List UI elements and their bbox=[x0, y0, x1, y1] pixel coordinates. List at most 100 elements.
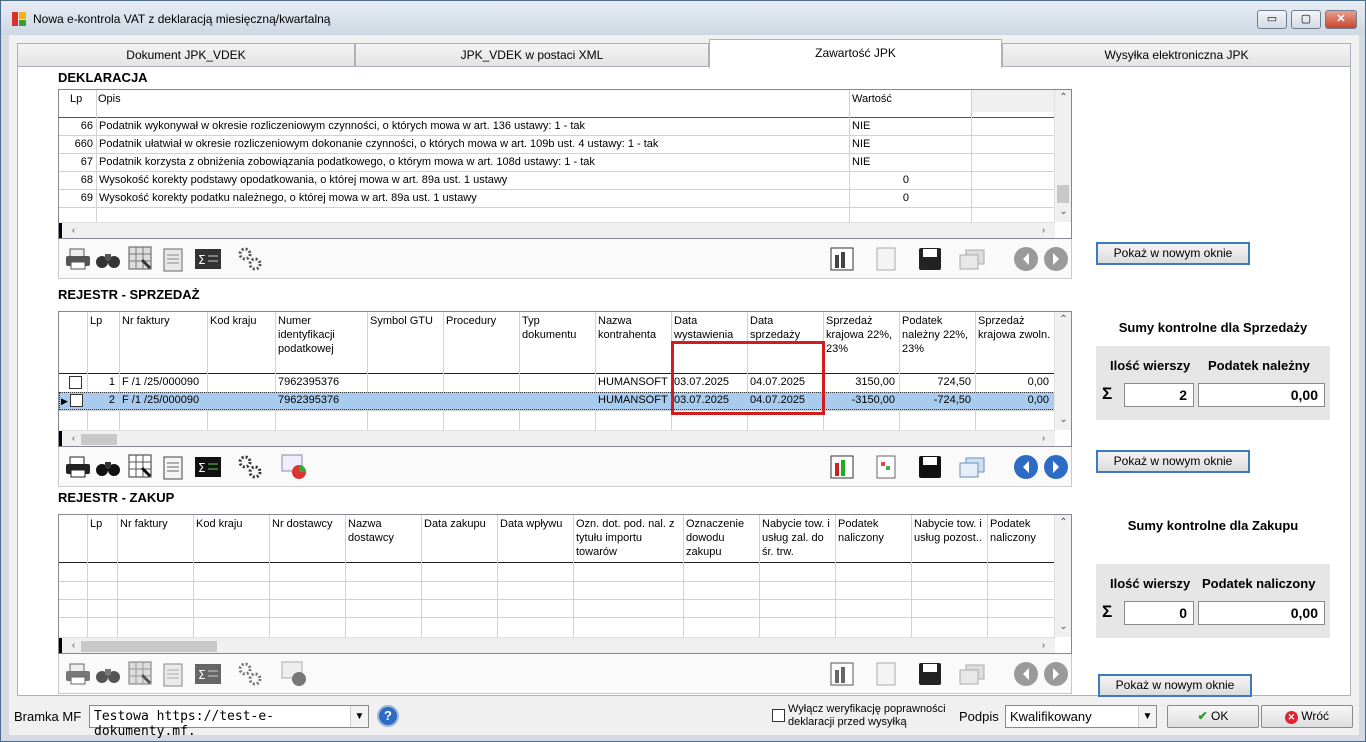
check-icon: ✔ bbox=[1197, 709, 1208, 723]
deklaracja-grid[interactable]: Lp Opis Wartość 66 Podatnik wykonywał w … bbox=[58, 89, 1072, 239]
chart-icon[interactable] bbox=[827, 659, 857, 689]
settings-icon[interactable] bbox=[235, 244, 265, 274]
sum-icon[interactable]: Σ bbox=[193, 452, 223, 482]
sprzedaz-grid[interactable]: Lp Nr faktury Kod kraju Numer identyfika… bbox=[58, 311, 1072, 447]
vertical-scrollbar[interactable]: ⌃ ⌄ bbox=[1054, 90, 1071, 222]
horizontal-scrollbar[interactable]: ‹ › bbox=[59, 637, 1055, 653]
scroll-up-icon[interactable]: ⌃ bbox=[1055, 314, 1071, 325]
tab-page-zawartosc: DEKLARACJA Lp Opis Wartość 66 Podatnik w… bbox=[17, 66, 1351, 697]
horizontal-scrollbar[interactable]: ‹ › bbox=[59, 222, 1055, 238]
settings-icon[interactable] bbox=[235, 659, 265, 689]
close-icon: ✕ bbox=[1336, 13, 1346, 25]
tab-wysylka[interactable]: Wysyłka elektroniczna JPK bbox=[1002, 43, 1351, 67]
chevron-down-icon[interactable]: ▼ bbox=[350, 706, 368, 727]
zakup-count-field: 0 bbox=[1124, 601, 1194, 625]
save-icon[interactable] bbox=[915, 244, 945, 274]
minimize-button[interactable]: ▭ bbox=[1257, 10, 1287, 29]
print-icon[interactable] bbox=[63, 452, 93, 482]
sprzedaz-show-window-button[interactable]: Pokaż w nowym oknie bbox=[1096, 450, 1250, 473]
zakup-grid[interactable]: Lp Nr faktury Kod kraju Nr dostawcy Nazw… bbox=[58, 514, 1072, 654]
windows-icon[interactable] bbox=[957, 452, 987, 482]
report-icon[interactable] bbox=[159, 244, 189, 274]
close-button[interactable]: ✕ bbox=[1325, 10, 1357, 29]
verify-label: Wyłącz weryfikację poprawności deklaracj… bbox=[788, 703, 946, 728]
col-opis: Opis bbox=[98, 93, 121, 105]
scroll-down-icon[interactable]: ⌄ bbox=[1055, 206, 1071, 217]
tab-strip: Dokument JPK_VDEK JPK_VDEK w postaci XML… bbox=[17, 39, 1351, 68]
highlight-box bbox=[671, 341, 825, 415]
table-row[interactable]: 1 F /1 /25/000090 7962395376 HUMANSOFT S… bbox=[59, 374, 1055, 392]
scroll-thumb[interactable] bbox=[81, 641, 217, 652]
window-title: Nowa e-kontrola VAT z deklaracją miesięc… bbox=[33, 12, 331, 26]
horizontal-scrollbar[interactable]: ‹ › bbox=[59, 430, 1055, 446]
print-icon[interactable] bbox=[63, 244, 93, 274]
first-icon[interactable] bbox=[1011, 452, 1041, 482]
sprzedaz-count-field: 2 bbox=[1124, 383, 1194, 407]
row-checkbox[interactable] bbox=[69, 376, 82, 389]
save-icon[interactable] bbox=[915, 659, 945, 689]
sum-icon[interactable]: Σ bbox=[193, 659, 223, 689]
vertical-scrollbar[interactable]: ⌃ ⌄ bbox=[1054, 312, 1071, 430]
verify-checkbox[interactable] bbox=[772, 709, 785, 722]
binoculars-icon[interactable] bbox=[93, 244, 123, 274]
last-icon[interactable] bbox=[1041, 452, 1071, 482]
chart-icon[interactable] bbox=[827, 244, 857, 274]
tab-dokument[interactable]: Dokument JPK_VDEK bbox=[17, 43, 355, 67]
scroll-right-icon[interactable]: › bbox=[1035, 225, 1052, 236]
document-icon[interactable] bbox=[871, 244, 901, 274]
last-icon[interactable] bbox=[1041, 244, 1071, 274]
sigma-icon: Σ bbox=[1102, 384, 1113, 403]
pie-chart-icon[interactable] bbox=[279, 452, 309, 482]
scroll-left-icon[interactable]: ‹ bbox=[65, 225, 82, 236]
minimize-icon: ▭ bbox=[1266, 13, 1278, 25]
windows-icon[interactable] bbox=[957, 659, 987, 689]
scroll-down-icon[interactable]: ⌄ bbox=[1055, 414, 1071, 425]
zakup-show-window-button[interactable]: Pokaż w nowym oknie bbox=[1098, 674, 1252, 697]
podpis-select[interactable]: Kwalifikowany ▼ bbox=[1005, 705, 1157, 728]
binoculars-icon[interactable] bbox=[93, 659, 123, 689]
scroll-up-icon[interactable]: ⌃ bbox=[1055, 92, 1071, 103]
chart-icon[interactable] bbox=[827, 452, 857, 482]
maximize-button[interactable]: ▢ bbox=[1291, 10, 1321, 29]
vertical-scrollbar[interactable]: ⌃ ⌄ bbox=[1054, 515, 1071, 637]
print-icon[interactable] bbox=[63, 659, 93, 689]
binoculars-icon[interactable] bbox=[93, 452, 123, 482]
ok-button[interactable]: ✔ OK bbox=[1167, 705, 1259, 728]
sum-icon[interactable]: Σ bbox=[193, 244, 223, 274]
scroll-right-icon[interactable]: › bbox=[1035, 640, 1052, 651]
chevron-down-icon[interactable]: ▼ bbox=[1138, 706, 1156, 727]
sprzedaz-sums-panel: Ilość wierszy Podatek należny Σ 2 0,00 bbox=[1096, 346, 1330, 420]
report-icon[interactable] bbox=[159, 659, 189, 689]
save-icon[interactable] bbox=[915, 452, 945, 482]
sigma-icon: Σ bbox=[1102, 602, 1113, 621]
tab-zawartosc[interactable]: Zawartość JPK bbox=[709, 39, 1002, 68]
scroll-left-icon[interactable]: ‹ bbox=[65, 640, 82, 651]
scroll-right-icon[interactable]: › bbox=[1035, 433, 1052, 444]
last-icon[interactable] bbox=[1041, 659, 1071, 689]
first-icon[interactable] bbox=[1011, 244, 1041, 274]
grid-filter-icon[interactable] bbox=[127, 244, 157, 274]
report-icon[interactable] bbox=[159, 452, 189, 482]
scroll-thumb[interactable] bbox=[81, 434, 117, 445]
podpis-label: Podpis bbox=[959, 709, 999, 724]
tab-xml[interactable]: JPK_VDEK w postaci XML bbox=[355, 43, 709, 67]
pie-chart-icon[interactable] bbox=[279, 659, 309, 689]
document-icon[interactable] bbox=[871, 659, 901, 689]
bramka-select[interactable]: Testowa https://test-e-dokumenty.mf. ▼ bbox=[89, 705, 369, 739]
row-checkbox[interactable] bbox=[70, 394, 83, 407]
scroll-left-icon[interactable]: ‹ bbox=[65, 433, 82, 444]
windows-icon[interactable] bbox=[957, 244, 987, 274]
first-icon[interactable] bbox=[1011, 659, 1041, 689]
document-icon[interactable] bbox=[871, 452, 901, 482]
main-window: Nowa e-kontrola VAT z deklaracją miesięc… bbox=[0, 0, 1366, 742]
scroll-up-icon[interactable]: ⌃ bbox=[1055, 517, 1071, 528]
table-row-selected[interactable]: ▶ 2 F /1 /25/000090 7962395376 HUMANSOFT… bbox=[59, 392, 1055, 410]
zakup-tax-field: 0,00 bbox=[1198, 601, 1325, 625]
grid-filter-icon[interactable] bbox=[127, 452, 157, 482]
grid-filter-icon[interactable] bbox=[127, 659, 157, 689]
deklaracja-show-window-button[interactable]: Pokaż w nowym oknie bbox=[1096, 242, 1250, 265]
help-icon[interactable]: ? bbox=[377, 705, 399, 727]
settings-icon[interactable] bbox=[235, 452, 265, 482]
back-button[interactable]: ✕ Wróć bbox=[1261, 705, 1353, 728]
scroll-down-icon[interactable]: ⌄ bbox=[1055, 621, 1071, 632]
